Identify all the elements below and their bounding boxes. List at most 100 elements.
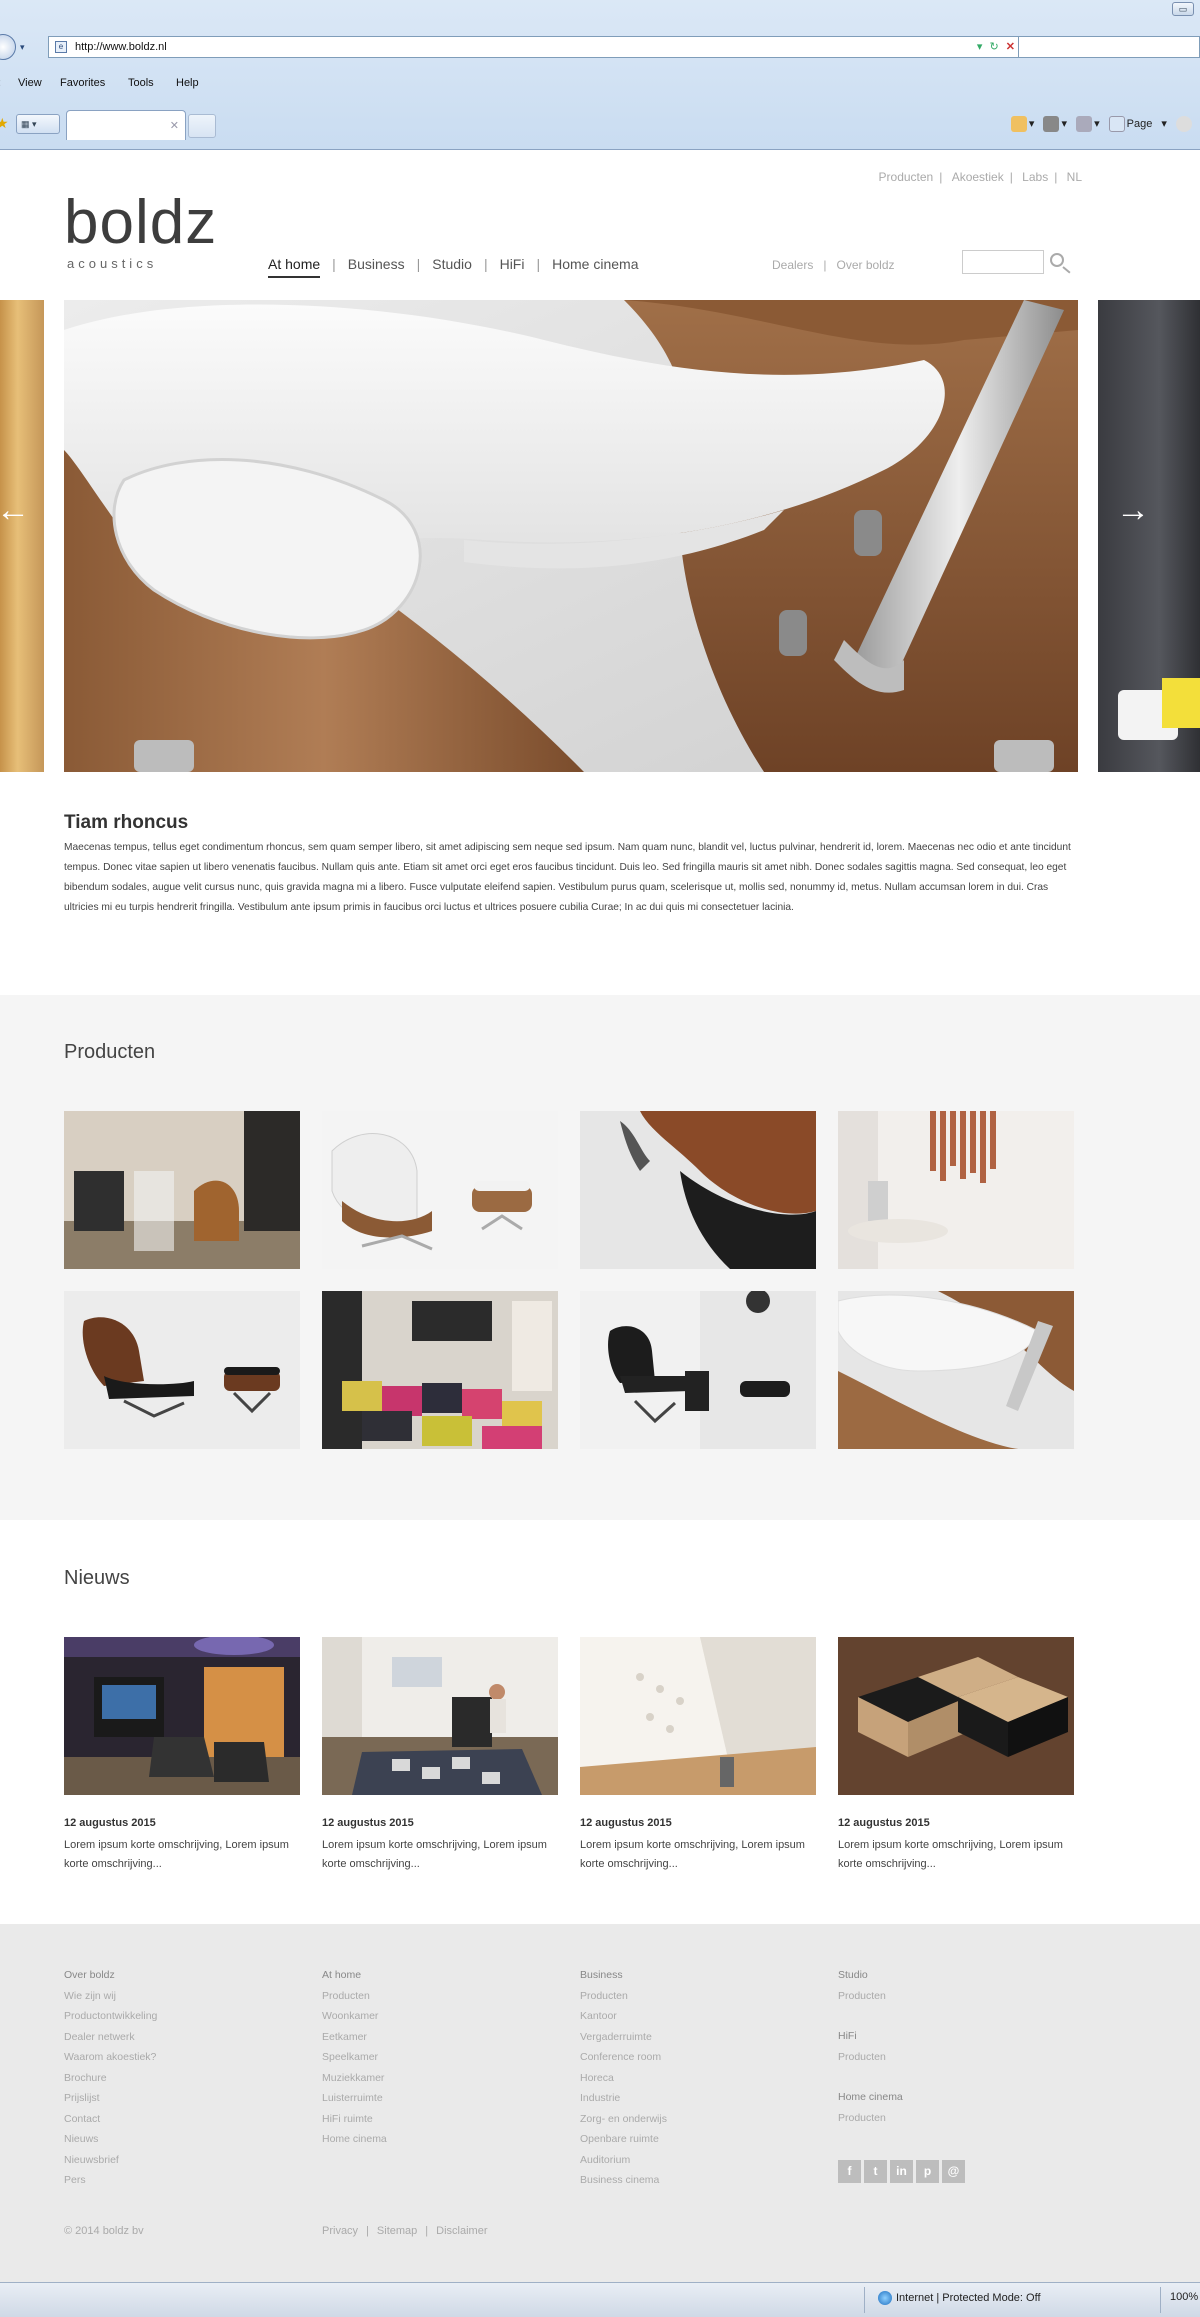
email-icon[interactable]: @ bbox=[942, 2160, 965, 2183]
footer-link[interactable]: Horeca bbox=[580, 2068, 667, 2089]
nav-business[interactable]: Business bbox=[348, 256, 405, 272]
footer-heading[interactable]: Over boldz bbox=[64, 1965, 157, 1986]
footer-link[interactable]: Vergaderruimte bbox=[580, 2027, 667, 2048]
nav-home-cinema[interactable]: Home cinema bbox=[552, 256, 638, 272]
footer-heading[interactable]: Studio bbox=[838, 1965, 903, 1986]
history-dropdown-icon[interactable]: ▾ bbox=[20, 42, 25, 53]
slider-prev-arrow-icon[interactable]: ← bbox=[0, 490, 30, 530]
site-logo[interactable]: boldz acoustics bbox=[64, 192, 217, 272]
topnav-labs[interactable]: Labs bbox=[1022, 170, 1048, 184]
help-circle-icon[interactable] bbox=[1176, 116, 1194, 132]
news-image-4[interactable] bbox=[838, 1637, 1074, 1795]
minimize-button[interactable]: ▭ bbox=[1172, 2, 1194, 16]
footer-link[interactable]: Producten bbox=[580, 1986, 667, 2007]
nav-studio[interactable]: Studio bbox=[432, 256, 472, 272]
footer-link[interactable]: Auditorium bbox=[580, 2150, 667, 2171]
news-text-2[interactable]: Lorem ipsum korte omschrijving, Lorem ip… bbox=[322, 1836, 564, 1874]
address-tools[interactable]: ▾ ↻ ✕ bbox=[977, 37, 1017, 57]
linkedin-icon[interactable]: in bbox=[890, 2160, 913, 2183]
footer-link[interactable]: Waarom akoestiek? bbox=[64, 2047, 157, 2068]
nav-at-home[interactable]: At home bbox=[268, 256, 321, 278]
home-icon[interactable]: ▾ bbox=[1010, 116, 1034, 132]
refresh-icon[interactable]: ↻ bbox=[990, 41, 1001, 53]
footer-heading[interactable]: Home cinema bbox=[838, 2087, 903, 2108]
footer-link[interactable]: HiFi ruimte bbox=[322, 2109, 387, 2130]
nav-over-boldz[interactable]: Over boldz bbox=[836, 258, 894, 272]
news-text-3[interactable]: Lorem ipsum korte omschrijving, Lorem ip… bbox=[580, 1836, 822, 1874]
topnav-language[interactable]: NL bbox=[1067, 170, 1082, 184]
footer-link[interactable]: Nieuws bbox=[64, 2129, 157, 2150]
menu-help[interactable]: Help bbox=[176, 77, 199, 89]
search-icon[interactable] bbox=[1048, 252, 1074, 274]
print-icon[interactable]: ▾ bbox=[1076, 116, 1100, 132]
product-image-4[interactable] bbox=[838, 1111, 1074, 1269]
news-text-4[interactable]: Lorem ipsum korte omschrijving, Lorem ip… bbox=[838, 1836, 1080, 1874]
topnav-producten[interactable]: Producten bbox=[879, 170, 934, 184]
product-image-8[interactable] bbox=[838, 1291, 1074, 1449]
facebook-icon[interactable]: f bbox=[838, 2160, 861, 2183]
nav-dealers[interactable]: Dealers bbox=[772, 258, 813, 272]
topnav-akoestiek[interactable]: Akoestiek bbox=[952, 170, 1004, 184]
footer-link[interactable]: Producten bbox=[838, 2108, 903, 2129]
product-image-2[interactable] bbox=[322, 1111, 558, 1269]
favorites-star-icon[interactable]: ★ bbox=[0, 116, 10, 130]
close-tab-icon[interactable]: ✕ bbox=[170, 119, 179, 132]
new-tab-button[interactable] bbox=[188, 114, 216, 138]
footer-link[interactable]: Zorg- en onderwijs bbox=[580, 2109, 667, 2130]
product-image-6[interactable] bbox=[322, 1291, 558, 1449]
footer-link[interactable]: Conference room bbox=[580, 2047, 667, 2068]
privacy-link[interactable]: Privacy bbox=[322, 2225, 358, 2237]
footer-link[interactable]: Producten bbox=[838, 2047, 903, 2068]
security-zone[interactable]: Internet | Protected Mode: Off bbox=[878, 2291, 1041, 2305]
menu-favorites[interactable]: Favorites bbox=[60, 77, 105, 89]
twitter-icon[interactable]: t bbox=[864, 2160, 887, 2183]
pinterest-icon[interactable]: p bbox=[916, 2160, 939, 2183]
address-bar[interactable]: e http://www.boldz.nl ▾ ↻ ✕ bbox=[48, 36, 1022, 58]
page-menu[interactable]: Page ▾ bbox=[1108, 116, 1167, 132]
footer-link[interactable]: Nieuwsbrief bbox=[64, 2150, 157, 2171]
news-image-2[interactable] bbox=[322, 1637, 558, 1795]
slider-next-arrow-icon[interactable]: → bbox=[1116, 490, 1150, 530]
footer-link[interactable]: Industrie bbox=[580, 2088, 667, 2109]
footer-link[interactable]: Dealer netwerk bbox=[64, 2027, 157, 2048]
footer-link[interactable]: Business cinema bbox=[580, 2170, 667, 2191]
footer-link[interactable]: Prijslijst bbox=[64, 2088, 157, 2109]
footer-link[interactable]: Brochure bbox=[64, 2068, 157, 2089]
footer-link[interactable]: Pers bbox=[64, 2170, 157, 2191]
zoom-level[interactable]: 100% bbox=[1170, 2291, 1198, 2303]
footer-link[interactable]: Speelkamer bbox=[322, 2047, 387, 2068]
product-image-7[interactable] bbox=[580, 1291, 816, 1449]
footer-link[interactable]: Eetkamer bbox=[322, 2027, 387, 2048]
footer-link[interactable]: Woonkamer bbox=[322, 2006, 387, 2027]
footer-link[interactable]: Luisterruimte bbox=[322, 2088, 387, 2109]
menu-tools[interactable]: Tools bbox=[128, 77, 154, 89]
disclaimer-link[interactable]: Disclaimer bbox=[436, 2225, 487, 2237]
back-button[interactable] bbox=[0, 34, 16, 60]
sitemap-link[interactable]: Sitemap bbox=[377, 2225, 417, 2237]
news-image-1[interactable] bbox=[64, 1637, 300, 1795]
menu-view[interactable]: View bbox=[18, 77, 42, 89]
product-image-3[interactable] bbox=[580, 1111, 816, 1269]
footer-link[interactable]: Productontwikkeling bbox=[64, 2006, 157, 2027]
footer-link[interactable]: Producten bbox=[838, 1986, 903, 2007]
footer-heading[interactable]: At home bbox=[322, 1965, 387, 1986]
nav-hifi[interactable]: HiFi bbox=[500, 256, 525, 272]
footer-link[interactable]: Muziekkamer bbox=[322, 2068, 387, 2089]
browser-tab[interactable]: ✕ bbox=[66, 110, 186, 140]
footer-heading[interactable]: Business bbox=[580, 1965, 667, 1986]
menu-file-partial[interactable]: : bbox=[0, 77, 1, 89]
footer-link[interactable]: Kantoor bbox=[580, 2006, 667, 2027]
footer-link[interactable]: Openbare ruimte bbox=[580, 2129, 667, 2150]
footer-link[interactable]: Wie zijn wij bbox=[64, 1986, 157, 2007]
footer-link[interactable]: Producten bbox=[322, 1986, 387, 2007]
news-text-1[interactable]: Lorem ipsum korte omschrijving, Lorem ip… bbox=[64, 1836, 306, 1874]
quick-tabs-button[interactable]: ▦ ▾ bbox=[16, 114, 60, 134]
product-image-5[interactable] bbox=[64, 1291, 300, 1449]
rss-icon[interactable]: ▾ bbox=[1043, 116, 1067, 132]
footer-link[interactable]: Home cinema bbox=[322, 2129, 387, 2150]
product-image-1[interactable] bbox=[64, 1111, 300, 1269]
news-image-3[interactable] bbox=[580, 1637, 816, 1795]
footer-link[interactable]: Contact bbox=[64, 2109, 157, 2130]
footer-heading[interactable]: HiFi bbox=[838, 2026, 903, 2047]
stop-icon[interactable]: ✕ bbox=[1006, 41, 1017, 53]
